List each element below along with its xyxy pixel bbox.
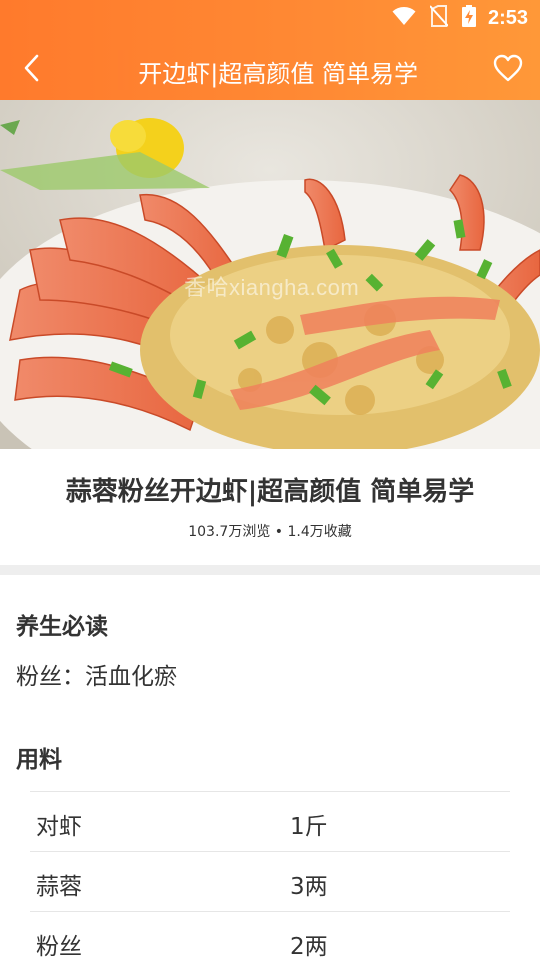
ingredient-row: 蒜蓉 3两 [30,851,510,911]
nav-title: 开边虾|超高颜值 简单易学 [138,60,418,88]
recipe-header: 蒜蓉粉丝开边虾|超高颜值 简单易学 103.7万浏览 • 1.4万收藏 [0,449,540,565]
image-watermark: 香哈xiangha.com [184,275,360,300]
back-button[interactable] [14,52,50,88]
ingredient-name: 蒜蓉 [36,874,82,900]
ingredient-name: 对虾 [36,814,82,840]
no-sim-icon [429,5,449,31]
nav-bar: 开边虾|超高颜值 简单易学 [0,44,540,96]
status-bar: 2:53 [0,0,540,36]
ingredients-heading: 用料 [16,747,62,773]
top-app-bar: 2:53 开边虾|超高颜值 简单易学 [0,0,540,100]
ingredient-row: 粉丝 2两 [30,911,510,960]
battery-charging-icon [461,5,476,31]
ingredient-row: 对虾 1斤 [30,791,510,851]
chevron-left-icon [22,54,42,86]
health-heading: 养生必读 [16,614,108,640]
recipe-title: 蒜蓉粉丝开边虾|超高颜值 简单易学 [65,477,475,507]
ingredient-amount: 2两 [290,934,328,960]
ingredient-name: 粉丝 [36,934,82,960]
status-icons: 2:53 [378,5,528,31]
recipe-photo[interactable]: 香哈xiangha.com [0,100,540,449]
status-time: 2:53 [487,6,528,29]
nav-title-container: 开边虾|超高颜值 简单易学 [118,50,418,90]
favorite-button[interactable] [490,52,526,88]
ingredients-table: 对虾 1斤 蒜蓉 3两 粉丝 2两 [30,791,510,960]
section-divider [0,565,540,575]
nav-title-fade [118,50,134,90]
ingredient-amount: 1斤 [290,814,328,840]
recipe-stats: 103.7万浏览 • 1.4万收藏 [188,524,352,540]
ingredient-amount: 3两 [290,874,328,900]
heart-outline-icon [493,54,523,86]
health-text: 粉丝：活血化瘀 [16,664,177,690]
wifi-icon [392,6,416,30]
